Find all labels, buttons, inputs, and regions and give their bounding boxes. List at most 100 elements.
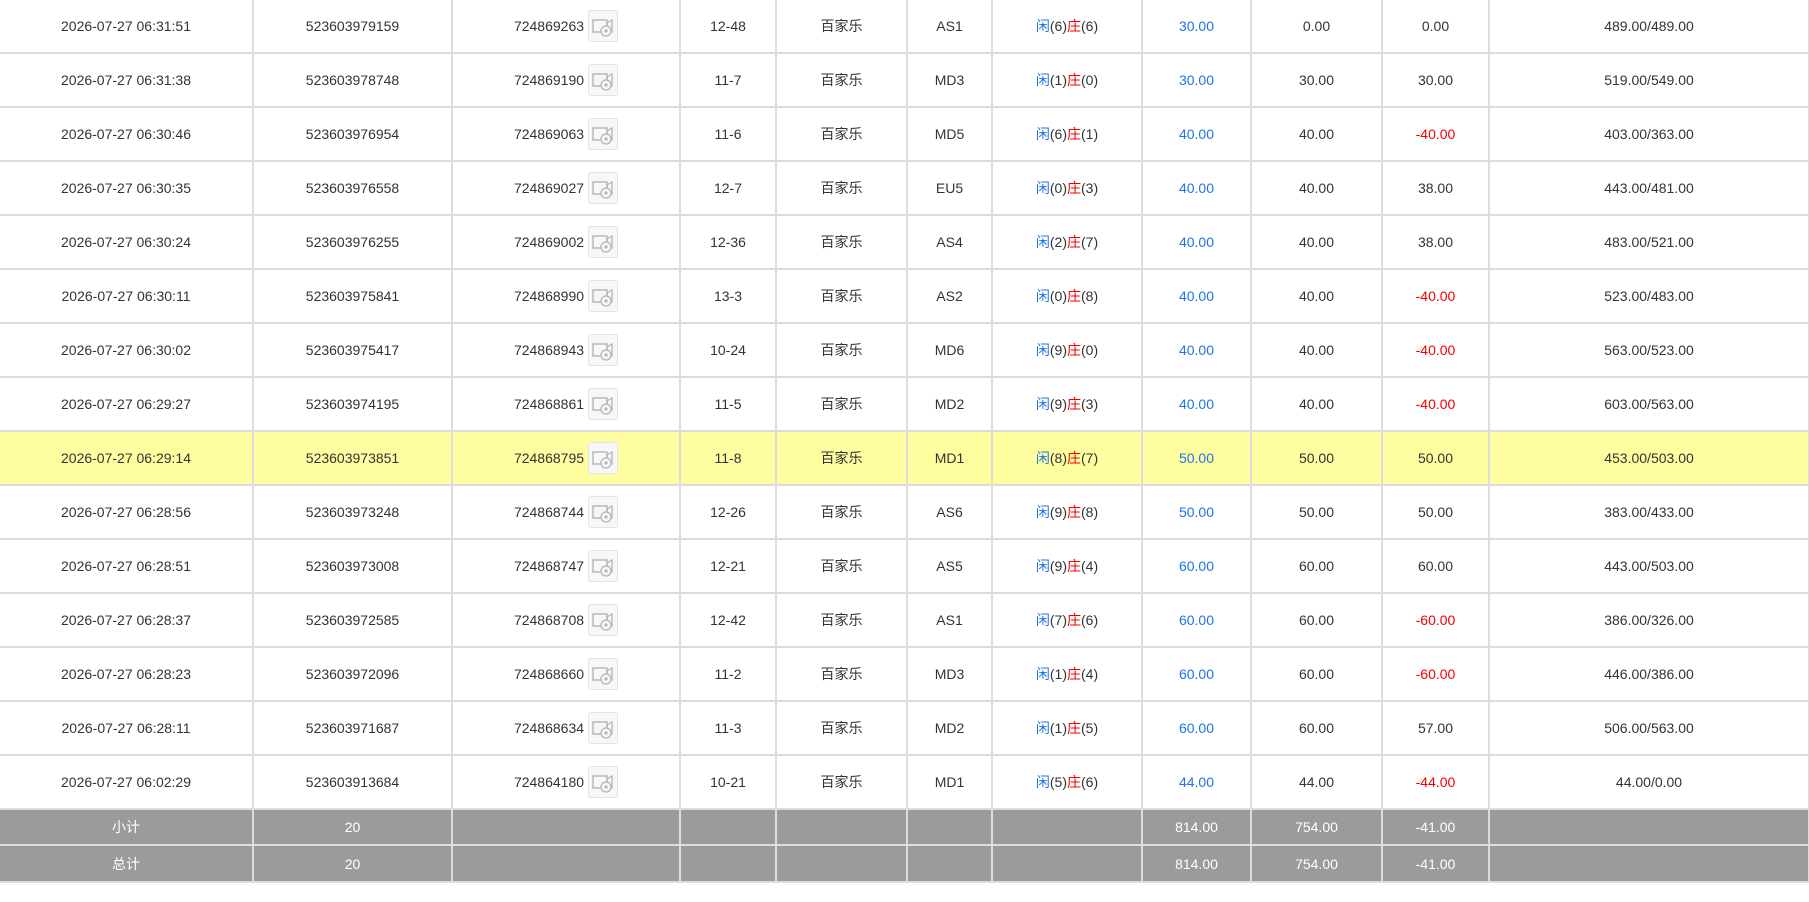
video-replay-icon[interactable] xyxy=(588,10,619,42)
player-points: (6) xyxy=(1049,18,1067,34)
table-round-cell: 11-5 xyxy=(680,377,777,432)
game-number-wrap: 724869063 xyxy=(514,118,619,150)
win-loss-cell: 30.00 xyxy=(1382,53,1490,108)
video-replay-icon[interactable] xyxy=(588,172,619,204)
video-replay-icon[interactable] xyxy=(588,712,619,744)
table-round-cell: 11-8 xyxy=(680,431,777,486)
valid-bet-cell: 60.00 xyxy=(1251,701,1383,756)
game-number-wrap: 724869027 xyxy=(513,172,619,204)
game-number-text: 724869027 xyxy=(513,180,585,196)
banker-points: (4) xyxy=(1081,558,1099,574)
game-number-text: 724869190 xyxy=(513,72,585,88)
player-label: 闲 xyxy=(1035,774,1050,790)
bet-amount-cell: 50.00 xyxy=(1142,485,1252,540)
video-replay-icon[interactable] xyxy=(588,226,619,258)
banker-points: (3) xyxy=(1081,396,1099,412)
game-number-text: 724869263 xyxy=(513,18,585,34)
table-id-cell: MD2 xyxy=(907,377,993,432)
bet-time-cell: 2026-07-27 06:02:29 xyxy=(0,755,254,810)
win-loss-cell: 50.00 xyxy=(1382,485,1490,540)
video-replay-icon[interactable] xyxy=(588,64,619,96)
game-type-cell: 百家乐 xyxy=(776,323,908,378)
order-number-cell: 523603972585 xyxy=(253,593,453,648)
video-replay-icon[interactable] xyxy=(588,766,619,798)
game-number-text: 724868660 xyxy=(513,666,585,682)
game-number-cell: 724868795 xyxy=(452,431,681,486)
game-number-wrap: 724868943 xyxy=(514,334,619,366)
player-label: 闲 xyxy=(1035,126,1050,142)
game-result-cell: 闲(0)庄(8) xyxy=(992,269,1143,324)
balance-cell: 446.00/386.00 xyxy=(1489,647,1809,702)
video-replay-icon[interactable] xyxy=(588,334,619,366)
table-id-cell: AS4 xyxy=(907,215,993,270)
bet-time-cell: 2026-07-27 06:31:38 xyxy=(0,53,254,108)
table-row: 2026-07-27 06:28:51 523603973008 724868747… xyxy=(0,539,1809,594)
win-loss-cell: 50.00 xyxy=(1382,431,1490,486)
banker-points: (0) xyxy=(1081,72,1099,88)
subtotal-empty-cell xyxy=(680,809,777,846)
player-label: 闲 xyxy=(1035,612,1050,628)
game-number-cell: 724868708 xyxy=(452,593,681,648)
game-number-text: 724868708 xyxy=(513,612,585,628)
bet-time-cell: 2026-07-27 06:28:11 xyxy=(0,701,254,756)
table-id-cell: AS1 xyxy=(907,0,993,54)
game-result-cell: 闲(9)庄(8) xyxy=(992,485,1143,540)
player-points: (9) xyxy=(1049,342,1067,358)
player-points: (9) xyxy=(1049,396,1067,412)
table-row: 2026-07-27 06:28:56 523603973248 724868744… xyxy=(0,485,1809,540)
game-number-text: 724868747 xyxy=(513,558,585,574)
order-number-cell: 523603973851 xyxy=(253,431,453,486)
total-valid-bet: 754.00 xyxy=(1251,845,1383,883)
video-replay-icon[interactable] xyxy=(588,280,619,312)
subtotal-empty-cell xyxy=(907,809,993,846)
banker-points: (7) xyxy=(1081,450,1099,466)
table-id-cell: AS1 xyxy=(907,593,993,648)
bet-time-cell: 2026-07-27 06:29:27 xyxy=(0,377,254,432)
player-points: (1) xyxy=(1049,720,1067,736)
win-loss-cell: 38.00 xyxy=(1382,215,1490,270)
table-id-cell: AS2 xyxy=(907,269,993,324)
bet-time-cell: 2026-07-27 06:30:02 xyxy=(0,323,254,378)
bet-time-cell: 2026-07-27 06:28:23 xyxy=(0,647,254,702)
table-id-cell: AS6 xyxy=(907,485,993,540)
player-points: (9) xyxy=(1049,504,1067,520)
balance-cell: 453.00/503.00 xyxy=(1489,431,1809,486)
banker-label: 庄 xyxy=(1067,558,1081,574)
video-replay-icon[interactable] xyxy=(588,550,619,582)
table-id-cell: MD3 xyxy=(907,647,993,702)
table-body: 2026-07-27 06:31:51 523603979159 724869263… xyxy=(0,0,1809,883)
win-loss-cell: -40.00 xyxy=(1382,377,1490,432)
banker-label: 庄 xyxy=(1067,234,1081,250)
bet-time-cell: 2026-07-27 06:30:46 xyxy=(0,107,254,162)
video-replay-icon[interactable] xyxy=(588,496,619,528)
banker-label: 庄 xyxy=(1067,720,1081,736)
banker-points: (6) xyxy=(1081,612,1099,628)
game-result-cell: 闲(7)庄(6) xyxy=(992,593,1143,648)
video-replay-icon[interactable] xyxy=(588,118,619,150)
order-number-cell: 523603975417 xyxy=(253,323,453,378)
banker-points: (7) xyxy=(1081,234,1099,250)
game-result-cell: 闲(1)庄(0) xyxy=(992,53,1143,108)
banker-label: 庄 xyxy=(1067,72,1081,88)
banker-points: (5) xyxy=(1081,720,1099,736)
banker-label: 庄 xyxy=(1067,504,1081,520)
win-loss-cell: 57.00 xyxy=(1382,701,1490,756)
total-empty-cell xyxy=(776,845,908,883)
valid-bet-cell: 60.00 xyxy=(1251,539,1383,594)
video-replay-icon[interactable] xyxy=(588,658,619,690)
game-type-cell: 百家乐 xyxy=(776,701,908,756)
game-number-cell: 724864180 xyxy=(452,755,681,810)
video-replay-icon[interactable] xyxy=(588,442,619,474)
order-number-cell: 523603978748 xyxy=(253,53,453,108)
video-replay-icon[interactable] xyxy=(588,604,619,636)
table-round-cell: 12-48 xyxy=(680,0,777,54)
game-number-text: 724868990 xyxy=(513,288,585,304)
game-number-wrap: 724868660 xyxy=(513,658,619,690)
video-replay-icon[interactable] xyxy=(588,388,619,420)
subtotal-bet: 814.00 xyxy=(1142,809,1252,846)
subtotal-label: 小计 xyxy=(0,809,254,846)
bet-amount-cell: 40.00 xyxy=(1142,323,1252,378)
total-count: 20 xyxy=(253,845,453,883)
game-number-text: 724868795 xyxy=(513,450,585,466)
bet-time-cell: 2026-07-27 06:28:56 xyxy=(0,485,254,540)
